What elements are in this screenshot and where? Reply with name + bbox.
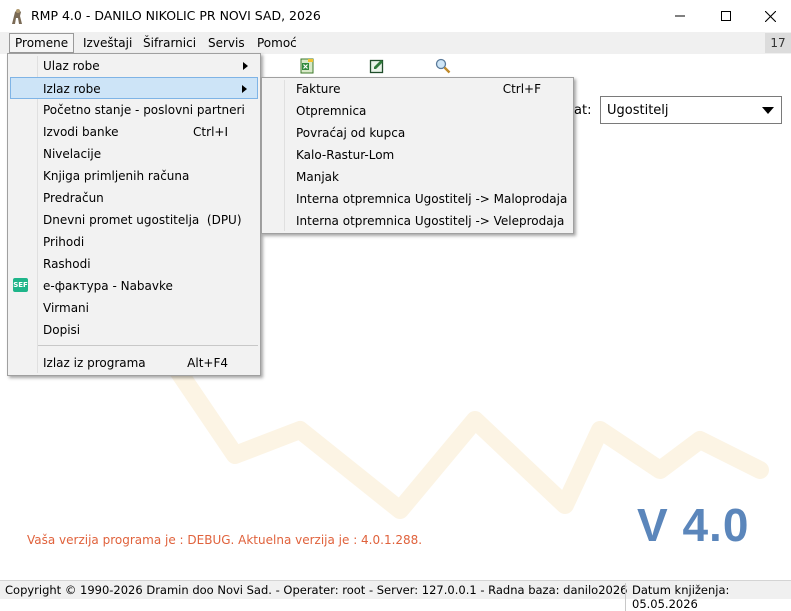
e-faktura-icon: SEF xyxy=(13,278,28,292)
maximize-button[interactable] xyxy=(703,0,749,32)
menu-item-e-faktura[interactable]: SEF e-фактура - Nabavke xyxy=(10,275,258,297)
submenu-item-label: Otpremnica xyxy=(296,104,367,118)
menu-bar: Promene Izveštaji Šifrarnici Servis Pomo… xyxy=(0,32,791,54)
submenu-item-label: Manjak xyxy=(296,170,339,184)
submenu-item-label: Interna otpremnica Ugostitelj -> Velepro… xyxy=(296,214,565,228)
menu-promene[interactable]: Promene xyxy=(9,33,75,53)
menu-separator xyxy=(38,345,258,346)
menu-item-dpu[interactable]: Dnevni promet ugostitelja (DPU) xyxy=(10,209,258,231)
close-button[interactable] xyxy=(749,0,791,32)
menu-item-label: Izlaz robe xyxy=(43,82,101,96)
app-logo-icon xyxy=(12,9,22,24)
submenu-item-label: Interna otpremnica Ugostitelj -> Malopro… xyxy=(296,192,568,206)
submenu-item-label: Povraćaj od kupca xyxy=(296,126,406,140)
submenu-item-label: Kalo-Rastur-Lom xyxy=(296,148,395,162)
menu-item-label: e-фактура - Nabavke xyxy=(43,279,173,293)
menu-item-label: Ulaz robe xyxy=(43,59,100,73)
menu-item-izvodi-banke[interactable]: Izvodi banke Ctrl+I xyxy=(10,121,258,143)
menu-item-label: Izvodi banke xyxy=(43,125,119,139)
menu-item-prihodi[interactable]: Prihodi xyxy=(10,231,258,253)
menu-item-label: Prihodi xyxy=(43,235,85,249)
menu-item-predracun[interactable]: Predračun xyxy=(10,187,258,209)
version-note: Vaša verzija programa je : DEBUG. Aktuel… xyxy=(27,533,423,547)
menu-item-label: Izlaz iz programa xyxy=(43,356,146,370)
submenu-item-otpremnica[interactable]: Otpremnica xyxy=(264,100,571,122)
status-posting-date: Datum knjiženja: 05.05.2026 xyxy=(625,583,791,611)
menu-item-label: Knjiga primljenih računa xyxy=(43,169,190,183)
menu-servis[interactable]: Servis xyxy=(203,34,250,52)
submenu-item-manjak[interactable]: Manjak xyxy=(264,166,571,188)
title-bar: RMP 4.0 - DANILO NIKOLIC PR NOVI SAD, 20… xyxy=(0,0,791,32)
menu-item-rashodi[interactable]: Rashodi xyxy=(10,253,258,275)
format-label: at: xyxy=(574,103,592,118)
submenu-item-shortcut: Ctrl+F xyxy=(502,82,541,96)
minimize-icon xyxy=(675,15,685,17)
menu-item-dopisi[interactable]: Dopisi xyxy=(10,319,258,341)
menu-sifrarnici[interactable]: Šifrarnici xyxy=(138,34,201,52)
menu-item-nivelacije[interactable]: Nivelacije xyxy=(10,143,258,165)
menu-item-label: Virmani xyxy=(43,301,89,315)
format-select[interactable]: Ugostitelj xyxy=(600,96,782,124)
menu-item-label: Dopisi xyxy=(43,323,81,337)
close-icon xyxy=(764,10,776,22)
promene-dropdown: Ulaz robe Izlaz robe Početno stanje - po… xyxy=(7,53,261,376)
menu-item-izlaz-robe[interactable]: Izlaz robe xyxy=(10,77,258,99)
menu-item-ulaz-robe[interactable]: Ulaz robe xyxy=(10,55,258,77)
submenu-arrow-icon xyxy=(242,85,247,93)
submenu-item-label: Fakture xyxy=(296,82,341,96)
menu-item-label: Početno stanje - poslovni partneri xyxy=(43,103,245,117)
excel-icon[interactable] xyxy=(299,58,315,74)
submenu-item-interna-veleprodaja[interactable]: Interna otpremnica Ugostitelj -> Velepro… xyxy=(264,210,571,232)
submenu-item-kalo-rastur-lom[interactable]: Kalo-Rastur-Lom xyxy=(264,144,571,166)
menu-izvestaji[interactable]: Izveštaji xyxy=(78,34,137,52)
izlaz-robe-submenu: Fakture Ctrl+F Otpremnica Povraćaj od ku… xyxy=(261,77,574,234)
menu-item-pocetno-stanje[interactable]: Početno stanje - poslovni partneri xyxy=(10,99,258,121)
menu-item-label: Rashodi xyxy=(43,257,91,271)
maximize-icon xyxy=(721,11,731,21)
status-copyright: Copyright © 1990-2026 Dramin doo Novi Sa… xyxy=(5,583,628,597)
menu-item-shortcut: Ctrl+I xyxy=(193,125,228,139)
menu-item-label: Dnevni promet ugostitelja (DPU) xyxy=(43,213,242,227)
submenu-item-interna-maloprodaja[interactable]: Interna otpremnica Ugostitelj -> Malopro… xyxy=(264,188,571,210)
menu-item-shortcut: Alt+F4 xyxy=(187,356,228,370)
menu-item-izlaz-iz-programa[interactable]: Izlaz iz programa Alt+F4 xyxy=(10,352,258,374)
menu-item-virmani[interactable]: Virmani xyxy=(10,297,258,319)
minimize-button[interactable] xyxy=(657,0,703,32)
format-select-value: Ugostitelj xyxy=(607,103,669,118)
submenu-item-povracaj[interactable]: Povraćaj od kupca xyxy=(264,122,571,144)
counter-badge: 17 xyxy=(765,33,791,53)
window-title: RMP 4.0 - DANILO NIKOLIC PR NOVI SAD, 20… xyxy=(31,8,321,23)
submenu-arrow-icon xyxy=(243,62,248,70)
chevron-down-icon xyxy=(762,107,774,114)
menu-item-label: Predračun xyxy=(43,191,104,205)
menu-item-label: Nivelacije xyxy=(43,147,102,161)
menu-item-knjiga-primljenih[interactable]: Knjiga primljenih računa xyxy=(10,165,258,187)
menu-pomoc[interactable]: Pomoć xyxy=(252,34,302,52)
status-bar: Copyright © 1990-2026 Dramin doo Novi Sa… xyxy=(0,580,791,611)
magnifier-icon[interactable] xyxy=(435,58,451,74)
version-title: V 4.0 xyxy=(637,499,750,551)
submenu-item-fakture[interactable]: Fakture Ctrl+F xyxy=(264,78,571,100)
notebook-icon[interactable] xyxy=(369,58,385,74)
